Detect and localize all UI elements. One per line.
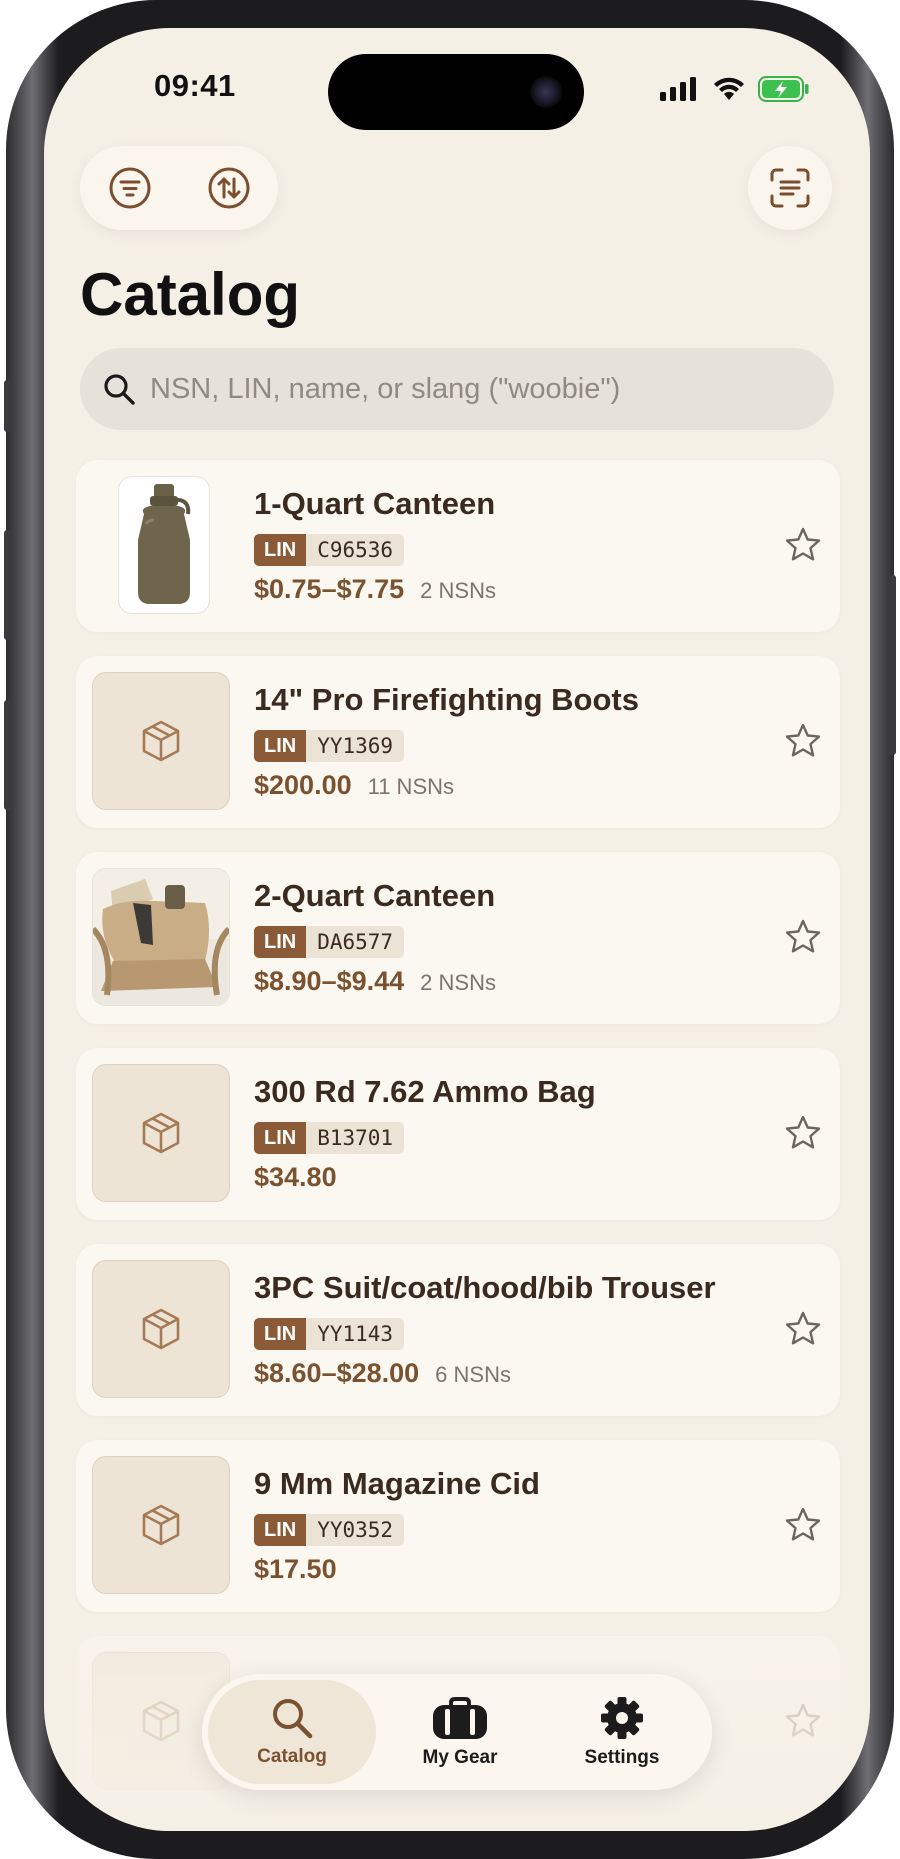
list-item[interactable]: 14" Pro Firefighting Boots LIN YY1369 $2… (76, 656, 840, 828)
page-title: Catalog (80, 261, 301, 328)
favorite-star-icon[interactable] (784, 722, 822, 765)
gear-icon (601, 1697, 643, 1739)
item-thumbnail (92, 672, 230, 810)
filter-icon (109, 167, 150, 209)
box-icon (142, 720, 180, 762)
scan-button[interactable] (748, 146, 832, 230)
item-thumbnail (118, 476, 210, 614)
item-name: 3PC Suit/coat/hood/bib Trouser (254, 1270, 716, 1305)
item-price: $17.50 (254, 1554, 337, 1584)
filter-button[interactable] (108, 166, 152, 210)
lin-badge: LIN YY1143 (254, 1318, 405, 1350)
phone-frame: 09:41 Catalog NSN, LIN, name, or slang (… (4, 0, 896, 1859)
dynamic-island (328, 54, 584, 130)
nsn-count: 6 NSNs (435, 1362, 511, 1387)
item-thumbnail (92, 1064, 230, 1202)
wifi-icon (714, 77, 744, 100)
canteen-cover-photo (93, 869, 229, 1005)
tab-bar: Catalog My Gear Settings (202, 1674, 712, 1790)
status-icons (660, 76, 810, 102)
volume-up-button (4, 530, 12, 640)
lin-code: C96536 (306, 534, 405, 566)
lin-label: LIN (254, 534, 307, 566)
item-price: $34.80 (254, 1162, 337, 1192)
lin-code: YY1143 (306, 1318, 405, 1350)
item-price: $0.75–$7.75 (254, 574, 405, 604)
lin-label: LIN (254, 730, 307, 762)
item-thumbnail (92, 1456, 230, 1594)
lin-badge: LIN DA6577 (254, 926, 405, 958)
item-name: 14" Pro Firefighting Boots (254, 682, 639, 717)
list-item[interactable]: 9 Mm Magazine Cid LIN YY0352 $17.50 (76, 1440, 840, 1612)
item-name: 1-Quart Canteen (254, 486, 496, 521)
tab-catalog[interactable]: Catalog (208, 1680, 376, 1784)
battery-icon (758, 76, 809, 102)
tab-label: Settings (584, 1747, 660, 1768)
tab-label: My Gear (422, 1747, 498, 1768)
lin-badge: LIN YY1369 (254, 730, 405, 762)
lin-label: LIN (254, 1514, 307, 1546)
search-icon (102, 372, 136, 406)
volume-down-button (4, 700, 12, 810)
tab-settings[interactable]: Settings (542, 1674, 702, 1790)
nsn-count: 11 NSNs (367, 774, 455, 799)
canteen-photo (138, 484, 191, 604)
item-thumbnail (92, 1260, 230, 1398)
favorite-star-icon[interactable] (784, 526, 822, 569)
item-price: $200.00 (254, 770, 352, 800)
lin-code: DA6577 (306, 926, 405, 958)
lin-label: LIN (254, 926, 307, 958)
lin-badge: LIN YY0352 (254, 1514, 405, 1546)
tab-label: Catalog (257, 1746, 327, 1767)
lin-badge: LIN C96536 (254, 534, 405, 566)
favorite-star-icon[interactable] (784, 918, 822, 961)
backpack-icon (433, 1697, 487, 1739)
search-input[interactable] (148, 371, 792, 407)
search-icon (273, 1699, 313, 1739)
signal-icon (660, 77, 696, 101)
power-button (888, 575, 896, 755)
tab-my-gear[interactable]: My Gear (380, 1674, 540, 1790)
search-bar[interactable] (80, 348, 834, 430)
favorite-star-icon[interactable] (784, 1310, 822, 1353)
lin-badge: LIN B13701 (254, 1122, 405, 1154)
box-icon (142, 1308, 180, 1350)
item-name: 2-Quart Canteen (254, 878, 496, 913)
nsn-count: 2 NSNs (420, 578, 496, 603)
status-time: 09:41 (154, 68, 236, 103)
list-item[interactable]: 2-Quart Canteen LIN DA6577 $8.90–$9.44 2… (76, 852, 840, 1024)
sort-icon (208, 167, 249, 209)
lin-label: LIN (254, 1122, 307, 1154)
lin-label: LIN (254, 1318, 307, 1350)
item-price: $8.60–$28.00 (254, 1358, 420, 1388)
lin-code: YY0352 (306, 1514, 405, 1546)
scan-icon (770, 168, 810, 208)
lin-code: B13701 (306, 1122, 405, 1154)
sort-button[interactable] (207, 166, 251, 210)
favorite-star-icon[interactable] (784, 1506, 822, 1549)
item-price: $8.90–$9.44 (254, 966, 405, 996)
action-button (4, 380, 12, 432)
list-item[interactable]: 1-Quart Canteen LIN C96536 $0.75–$7.75 2… (76, 460, 840, 632)
box-icon (142, 1504, 180, 1546)
list-item[interactable]: 3PC Suit/coat/hood/bib Trouser LIN YY114… (76, 1244, 840, 1416)
lin-code: YY1369 (306, 730, 405, 762)
item-name: 300 Rd 7.62 Ammo Bag (254, 1074, 596, 1109)
list-item[interactable]: 300 Rd 7.62 Ammo Bag LIN B13701 $34.80 (76, 1048, 840, 1220)
box-icon (142, 1112, 180, 1154)
favorite-star-icon[interactable] (784, 1114, 822, 1157)
screen: 09:41 Catalog NSN, LIN, name, or slang (… (44, 28, 870, 1831)
nsn-count: 2 NSNs (420, 970, 496, 995)
item-name: 9 Mm Magazine Cid (254, 1466, 540, 1501)
item-thumbnail (92, 868, 230, 1006)
filter-sort-group (80, 146, 278, 230)
